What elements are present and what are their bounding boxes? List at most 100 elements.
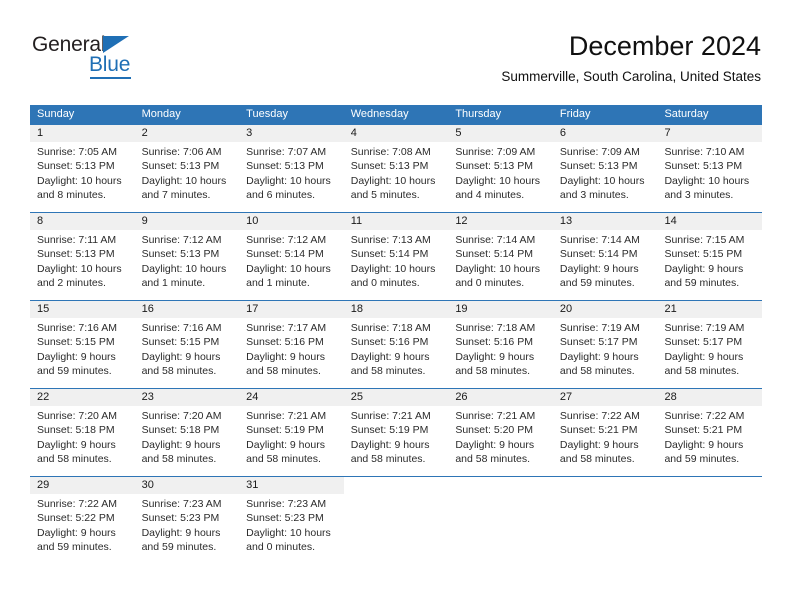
- day-cell[interactable]: 12 Sunrise: 7:14 AM Sunset: 5:14 PM Dayl…: [448, 213, 553, 300]
- weekday-header-thursday: Thursday: [455, 108, 502, 120]
- day-details: Sunrise: 7:22 AM Sunset: 5:22 PM Dayligh…: [30, 494, 135, 555]
- daylight-text-line2: and 58 minutes.: [350, 365, 426, 378]
- daylight-text-line1: Daylight: 9 hours: [246, 350, 325, 363]
- day-cell[interactable]: 11 Sunrise: 7:13 AM Sunset: 5:14 PM Dayl…: [343, 213, 449, 300]
- weekday-header-tuesday: Tuesday: [246, 108, 288, 120]
- day-number: 1: [30, 125, 135, 142]
- sunrise-text: Sunrise: 7:18 AM: [455, 322, 536, 334]
- day-cell[interactable]: 8 Sunrise: 7:11 AM Sunset: 5:13 PM Dayli…: [30, 213, 135, 300]
- day-cell[interactable]: 10 Sunrise: 7:12 AM Sunset: 5:14 PM Dayl…: [239, 213, 344, 300]
- day-cell[interactable]: 16 Sunrise: 7:16 AM Sunset: 5:15 PM Dayl…: [134, 301, 240, 388]
- sunset-text: Sunset: 5:16 PM: [455, 336, 533, 349]
- daylight-text-line1: Daylight: 10 hours: [664, 174, 750, 187]
- day-details: Sunrise: 7:20 AM Sunset: 5:18 PM Dayligh…: [135, 406, 240, 467]
- day-number: 23: [134, 389, 240, 406]
- day-cell[interactable]: 4 Sunrise: 7:08 AM Sunset: 5:13 PM Dayli…: [343, 125, 449, 212]
- daylight-text-line1: Daylight: 10 hours: [246, 262, 331, 275]
- day-number: [552, 477, 658, 494]
- day-cell[interactable]: 23 Sunrise: 7:20 AM Sunset: 5:18 PM Dayl…: [134, 389, 240, 476]
- logo-triangle-icon: [103, 36, 129, 53]
- day-number: 2: [134, 125, 240, 142]
- day-details: Sunrise: 7:09 AM Sunset: 5:13 PM Dayligh…: [553, 142, 658, 203]
- day-cell[interactable]: 19 Sunrise: 7:18 AM Sunset: 5:16 PM Dayl…: [448, 301, 553, 388]
- day-cell[interactable]: 21 Sunrise: 7:19 AM Sunset: 5:17 PM Dayl…: [657, 301, 763, 388]
- daylight-text-line2: and 58 minutes.: [664, 365, 740, 378]
- sunrise-text: Sunrise: 7:09 AM: [559, 146, 640, 158]
- day-details: Sunrise: 7:11 AM Sunset: 5:13 PM Dayligh…: [30, 230, 135, 291]
- daylight-text-line1: Daylight: 9 hours: [455, 438, 535, 451]
- day-cell[interactable]: 18 Sunrise: 7:18 AM Sunset: 5:16 PM Dayl…: [343, 301, 449, 388]
- sunrise-text: Sunrise: 7:20 AM: [141, 410, 222, 422]
- day-cell[interactable]: 2 Sunrise: 7:06 AM Sunset: 5:13 PM Dayli…: [134, 125, 240, 212]
- sunrise-text: Sunrise: 7:12 AM: [141, 234, 222, 246]
- daylight-text-line2: and 6 minutes.: [246, 189, 316, 202]
- day-cell[interactable]: 6 Sunrise: 7:09 AM Sunset: 5:13 PM Dayli…: [552, 125, 658, 212]
- daylight-text-line2: and 58 minutes.: [141, 453, 217, 466]
- day-cell[interactable]: 26 Sunrise: 7:21 AM Sunset: 5:20 PM Dayl…: [448, 389, 553, 476]
- day-cell[interactable]: 1 Sunrise: 7:05 AM Sunset: 5:13 PM Dayli…: [30, 125, 135, 212]
- day-cell[interactable]: 13 Sunrise: 7:14 AM Sunset: 5:14 PM Dayl…: [552, 213, 658, 300]
- day-cell[interactable]: 7 Sunrise: 7:10 AM Sunset: 5:13 PM Dayli…: [657, 125, 763, 212]
- day-details: Sunrise: 7:06 AM Sunset: 5:13 PM Dayligh…: [135, 142, 240, 203]
- day-cell[interactable]: 17 Sunrise: 7:17 AM Sunset: 5:16 PM Dayl…: [239, 301, 344, 388]
- sunrise-text: Sunrise: 7:23 AM: [246, 498, 327, 510]
- daylight-text-line2: and 59 minutes.: [37, 365, 112, 378]
- sunset-text: Sunset: 5:13 PM: [350, 160, 429, 173]
- sunset-text: Sunset: 5:13 PM: [141, 248, 220, 261]
- sunset-text: Sunset: 5:15 PM: [664, 248, 743, 261]
- calendar-week-row: 8 Sunrise: 7:11 AM Sunset: 5:13 PM Dayli…: [30, 212, 763, 300]
- day-number: 13: [552, 213, 658, 230]
- logo-text-blue: Blue: [89, 53, 131, 76]
- day-cell[interactable]: 25 Sunrise: 7:21 AM Sunset: 5:19 PM Dayl…: [343, 389, 449, 476]
- day-cell[interactable]: 9 Sunrise: 7:12 AM Sunset: 5:13 PM Dayli…: [134, 213, 240, 300]
- day-cell[interactable]: 15 Sunrise: 7:16 AM Sunset: 5:15 PM Dayl…: [30, 301, 135, 388]
- day-cell[interactable]: 27 Sunrise: 7:22 AM Sunset: 5:21 PM Dayl…: [552, 389, 658, 476]
- day-cell[interactable]: 31 Sunrise: 7:23 AM Sunset: 5:23 PM Dayl…: [239, 477, 344, 564]
- daylight-text-line2: and 58 minutes.: [141, 365, 217, 378]
- daylight-text-line2: and 0 minutes.: [246, 541, 316, 554]
- day-cell[interactable]: 22 Sunrise: 7:20 AM Sunset: 5:18 PM Dayl…: [30, 389, 135, 476]
- day-number: 30: [134, 477, 240, 494]
- day-cell[interactable]: 30 Sunrise: 7:23 AM Sunset: 5:23 PM Dayl…: [134, 477, 240, 564]
- daylight-text-line2: and 59 minutes.: [664, 453, 740, 466]
- day-details: Sunrise: 7:16 AM Sunset: 5:15 PM Dayligh…: [30, 318, 135, 379]
- day-details: Sunrise: 7:16 AM Sunset: 5:15 PM Dayligh…: [135, 318, 240, 379]
- day-number: 24: [239, 389, 344, 406]
- daylight-text-line2: and 0 minutes.: [350, 277, 420, 290]
- daylight-text-line2: and 0 minutes.: [455, 277, 525, 290]
- day-cell[interactable]: 5 Sunrise: 7:09 AM Sunset: 5:13 PM Dayli…: [448, 125, 553, 212]
- daylight-text-line1: Daylight: 10 hours: [37, 262, 122, 275]
- day-cell[interactable]: 20 Sunrise: 7:19 AM Sunset: 5:17 PM Dayl…: [552, 301, 658, 388]
- day-number: 17: [239, 301, 344, 318]
- sunset-text: Sunset: 5:16 PM: [246, 336, 324, 349]
- sunrise-text: Sunrise: 7:13 AM: [350, 234, 431, 246]
- day-cell[interactable]: 24 Sunrise: 7:21 AM Sunset: 5:19 PM Dayl…: [239, 389, 344, 476]
- sunrise-text: Sunrise: 7:09 AM: [455, 146, 536, 158]
- sunrise-text: Sunrise: 7:18 AM: [350, 322, 431, 334]
- daylight-text-line1: Daylight: 9 hours: [559, 262, 639, 275]
- day-cell[interactable]: 3 Sunrise: 7:07 AM Sunset: 5:13 PM Dayli…: [239, 125, 344, 212]
- day-cell[interactable]: 14 Sunrise: 7:15 AM Sunset: 5:15 PM Dayl…: [657, 213, 763, 300]
- sunrise-text: Sunrise: 7:21 AM: [455, 410, 536, 422]
- daylight-text-line2: and 59 minutes.: [664, 277, 740, 290]
- sunset-text: Sunset: 5:15 PM: [141, 336, 220, 349]
- day-number: 16: [134, 301, 240, 318]
- daylight-text-line1: Daylight: 10 hours: [559, 174, 645, 187]
- daylight-text-line1: Daylight: 10 hours: [141, 262, 227, 275]
- day-details: Sunrise: 7:21 AM Sunset: 5:20 PM Dayligh…: [448, 406, 553, 467]
- day-details: Sunrise: 7:20 AM Sunset: 5:18 PM Dayligh…: [30, 406, 135, 467]
- page-header: General Blue December 2024 Summerville, …: [0, 0, 792, 100]
- sunset-text: Sunset: 5:17 PM: [559, 336, 638, 349]
- daylight-text-line2: and 3 minutes.: [559, 189, 629, 202]
- day-number: 15: [30, 301, 135, 318]
- day-number: 3: [239, 125, 344, 142]
- day-number: 29: [30, 477, 135, 494]
- day-cell[interactable]: 28 Sunrise: 7:22 AM Sunset: 5:21 PM Dayl…: [657, 389, 763, 476]
- general-blue-logo[interactable]: General Blue: [32, 33, 212, 79]
- sunset-text: Sunset: 5:13 PM: [141, 160, 220, 173]
- day-details: Sunrise: 7:08 AM Sunset: 5:13 PM Dayligh…: [344, 142, 449, 203]
- daylight-text-line2: and 7 minutes.: [141, 189, 211, 202]
- daylight-text-line2: and 3 minutes.: [664, 189, 734, 202]
- daylight-text-line1: Daylight: 9 hours: [350, 438, 430, 451]
- day-cell[interactable]: 29 Sunrise: 7:22 AM Sunset: 5:22 PM Dayl…: [30, 477, 135, 564]
